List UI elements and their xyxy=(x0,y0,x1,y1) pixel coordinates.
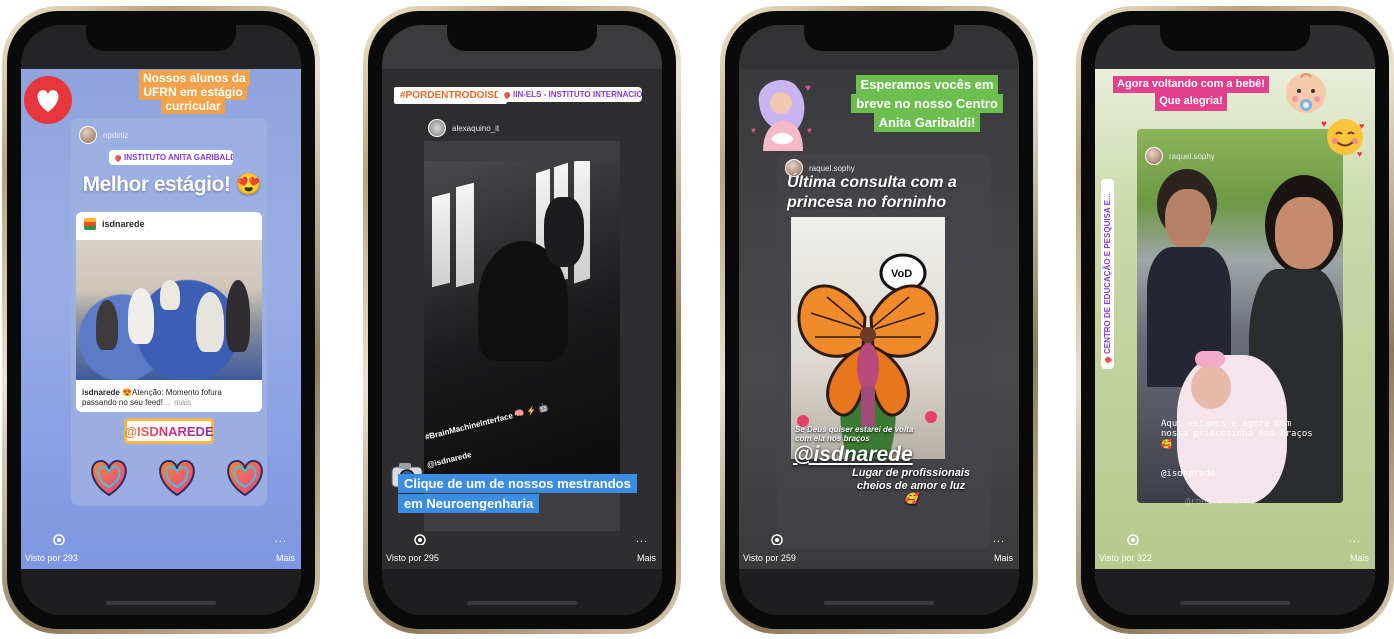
shared-post-card[interactable]: isdnarede isdnarede 😍Atenção: Momento fo… xyxy=(76,212,262,412)
hashtag-sticker[interactable]: #PORDENTRODOISD xyxy=(394,87,508,104)
story-caption: Clique de um de nossos mestrandos em Neu… xyxy=(392,471,654,516)
location-pin-icon xyxy=(502,90,512,100)
home-indicator xyxy=(467,601,577,605)
views-count[interactable]: Visto por 295 xyxy=(386,553,439,563)
location-sticker[interactable]: INSTITUTO ANITA GARIBALDI xyxy=(109,150,233,165)
more-dots-icon[interactable]: ... xyxy=(636,533,648,545)
story-footer: Visto por 295 ... Mais xyxy=(382,533,662,569)
location-pin-icon xyxy=(1103,355,1113,365)
svg-text:♥: ♥ xyxy=(805,83,811,94)
mention-sticker[interactable]: @ISDNAREDE xyxy=(124,418,214,444)
more-button[interactable]: Mais xyxy=(637,553,656,563)
svg-text:♥: ♥ xyxy=(1357,149,1362,159)
views-eye-icon[interactable] xyxy=(1125,533,1141,545)
notch xyxy=(1160,25,1310,51)
home-indicator xyxy=(824,601,934,605)
views-eye-icon[interactable] xyxy=(769,533,785,545)
svg-text:VoD: VoD xyxy=(891,268,912,280)
notch xyxy=(86,25,236,51)
avatar[interactable] xyxy=(428,119,446,137)
story-user[interactable]: raquel.sophy xyxy=(1145,147,1215,165)
notch xyxy=(804,25,954,51)
story-footer: Visto por 259 ... Mais xyxy=(739,533,1019,569)
hearts-sticker-icon xyxy=(91,459,263,497)
views-eye-icon[interactable] xyxy=(51,533,67,545)
avatar[interactable] xyxy=(1145,147,1163,165)
views-count[interactable]: Visto por 322 xyxy=(1099,553,1152,563)
overlay-mention[interactable]: @isdnarede xyxy=(1161,469,1215,479)
views-count[interactable]: Visto por 293 xyxy=(25,553,78,563)
phone-mockup-1: Nossos alunos da UFRN em estágio curricu… xyxy=(2,6,320,634)
more-button[interactable]: Mais xyxy=(1350,553,1369,563)
more-button[interactable]: Mais xyxy=(994,553,1013,563)
post-caption: isdnarede 😍Atenção: Momento fofura passa… xyxy=(82,388,222,407)
tagline-text: Lugar de profissionais cheios de amor e … xyxy=(852,467,970,506)
username[interactable]: alexaquino_it xyxy=(452,124,499,133)
svg-text:♥: ♥ xyxy=(751,126,756,135)
location-pin-icon xyxy=(113,153,123,163)
post-photo[interactable]: VoD xyxy=(791,217,945,459)
post-photo[interactable]: #BrainMachineInterface 🧠 ⚡ 🤖 @isdnarede xyxy=(424,161,620,475)
story-caption: Esperamos vocês em breve no nosso Centro… xyxy=(839,73,1015,136)
phone-mockup-2: #PORDENTRODOISD IIN-ELS - INSTITUTO INTE… xyxy=(363,6,681,634)
views-count[interactable]: Visto por 259 xyxy=(743,553,796,563)
more-dots-icon[interactable]: ... xyxy=(275,533,287,545)
more-dots-icon[interactable]: ... xyxy=(1349,533,1361,545)
story-footer: Visto por 322 ... Mais xyxy=(1095,533,1375,569)
photo-hashtag: #BrainMachineInterface 🧠 ⚡ 🤖 xyxy=(424,402,550,442)
more-dots-icon[interactable]: ... xyxy=(993,533,1005,545)
notch xyxy=(447,25,597,51)
account-logo-icon xyxy=(84,218,96,230)
overlay-text: Aqui estamos e agora com nossa princesin… xyxy=(1161,419,1313,450)
mother-baby-sticker-icon: ♥ ♥ ♥ xyxy=(751,80,812,151)
story-user[interactable]: alexaquino_it xyxy=(428,119,499,137)
more-button[interactable]: Mais xyxy=(276,553,295,563)
username[interactable]: raquel.sophy xyxy=(809,164,855,173)
story-user[interactable]: npdiniz xyxy=(79,126,128,144)
post-sub-caption: Se Deus quiser estarei de volta com ela … xyxy=(795,425,914,444)
story-caption: Nossos alunos da UFRN em estágio curricu… xyxy=(133,69,253,116)
story-screen-2: #PORDENTRODOISD IIN-ELS - INSTITUTO INTE… xyxy=(382,25,662,615)
story-screen-3: ♥ ♥ ♥ Esperamos vocês em breve no nosso … xyxy=(739,25,1019,615)
photo-mention[interactable]: @isdnarede xyxy=(426,450,472,470)
svg-text:♥: ♥ xyxy=(807,126,812,135)
username[interactable]: raquel.sophy xyxy=(1169,152,1215,161)
post-more-link[interactable]: ... mais xyxy=(165,398,191,407)
overlay-mention-2[interactable]: @ronivoncunha xyxy=(1185,497,1255,507)
home-indicator xyxy=(106,601,216,605)
heart-sticker-icon xyxy=(24,76,72,124)
svg-text:♥: ♥ xyxy=(1321,119,1327,130)
mention-text[interactable]: @isdnarede xyxy=(793,443,913,467)
story-footer: Visto por 293 ... Mais xyxy=(21,533,301,569)
post-photo[interactable] xyxy=(76,240,262,380)
phone-mockup-3: ♥ ♥ ♥ Esperamos vocês em breve no nosso … xyxy=(720,6,1038,634)
phone-mockup-4: CENTRO DE EDUCAÇÃO E PESQUISA E... Agora… xyxy=(1076,6,1394,634)
avatar[interactable] xyxy=(79,126,97,144)
location-sticker[interactable]: IIN-ELS - INSTITUTO INTERNACIONAL... xyxy=(498,87,642,102)
butterfly-mural: VoD xyxy=(797,253,939,427)
views-eye-icon[interactable] xyxy=(412,533,428,545)
story-headline: Última consulta com a princesa no fornin… xyxy=(787,174,957,211)
location-sticker[interactable]: CENTRO DE EDUCAÇÃO E PESQUISA E... xyxy=(1101,179,1114,369)
story-screen-4: CENTRO DE EDUCAÇÃO E PESQUISA E... Agora… xyxy=(1095,25,1375,615)
username[interactable]: npdiniz xyxy=(103,131,128,140)
post-account[interactable]: isdnarede xyxy=(102,219,145,229)
story-screen-1: Nossos alunos da UFRN em estágio curricu… xyxy=(21,25,301,615)
smiling-hearts-emoji-icon: ♥ ♥ ♥ xyxy=(1321,119,1364,159)
home-indicator xyxy=(1180,601,1290,605)
svg-text:♥: ♥ xyxy=(1359,121,1364,131)
story-caption: Agora voltando com a bebê! Que alegria! xyxy=(1095,73,1287,114)
story-headline: Melhor estágio! 😍 xyxy=(82,173,262,196)
